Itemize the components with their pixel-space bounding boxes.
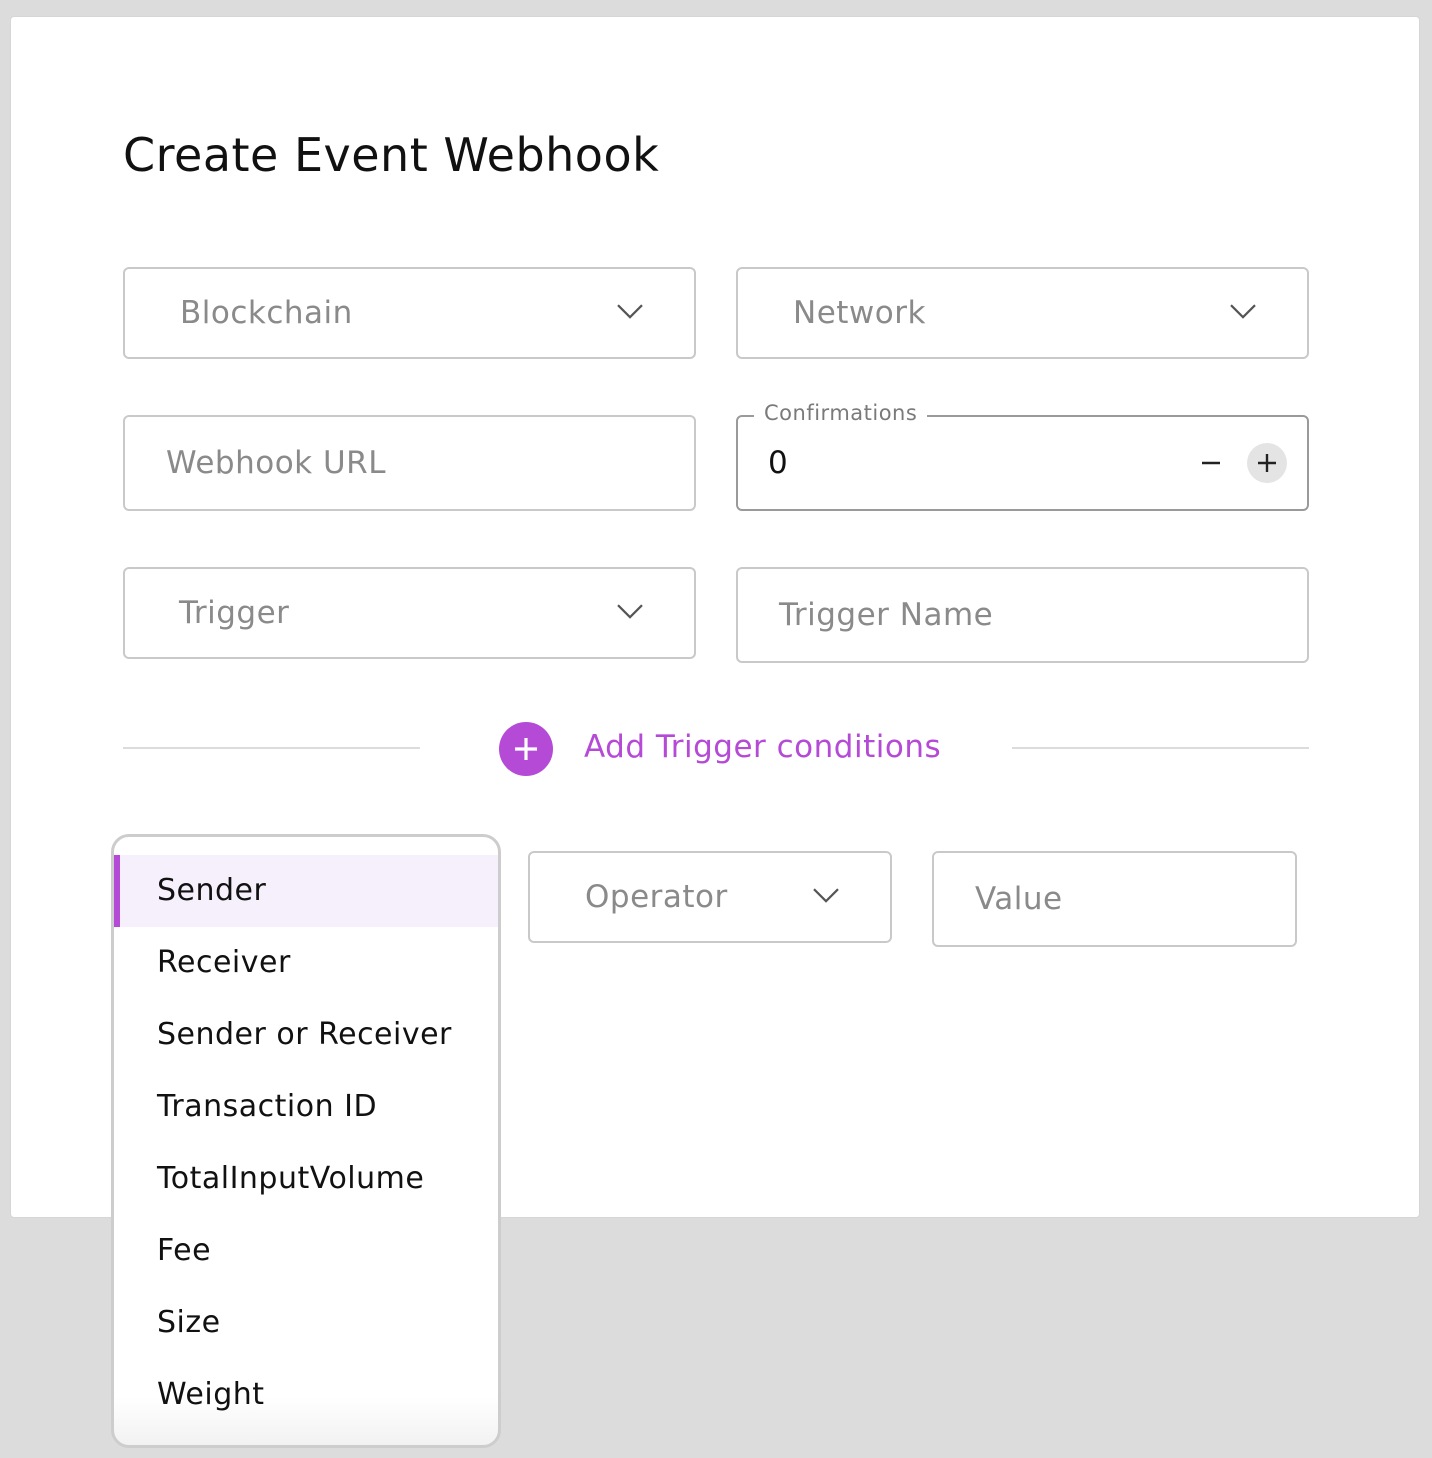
value-input[interactable]: Value bbox=[932, 851, 1297, 947]
divider-right bbox=[1012, 747, 1309, 749]
chevron-down-icon bbox=[813, 888, 839, 903]
network-placeholder: Network bbox=[793, 295, 926, 331]
chevron-down-icon bbox=[617, 304, 643, 319]
page-backdrop: Create Event Webhook Blockchain Network … bbox=[0, 0, 1432, 1458]
trigger-name-input[interactable]: Trigger Name bbox=[736, 567, 1309, 663]
minus-icon[interactable] bbox=[1193, 445, 1229, 481]
trigger-name-placeholder: Trigger Name bbox=[779, 597, 994, 633]
operator-placeholder: Operator bbox=[585, 879, 728, 915]
network-select[interactable]: Network bbox=[736, 267, 1309, 359]
confirmations-value: 0 bbox=[768, 445, 788, 481]
confirmations-stepper[interactable]: 0 bbox=[736, 415, 1309, 511]
dropdown-option-transaction-id[interactable]: Transaction ID bbox=[114, 1071, 498, 1143]
operator-select[interactable]: Operator bbox=[528, 851, 892, 943]
chevron-down-icon bbox=[617, 604, 643, 619]
dropdown-option-weight[interactable]: Weight bbox=[114, 1359, 498, 1431]
dropdown-option-sender-or-receiver[interactable]: Sender or Receiver bbox=[114, 999, 498, 1071]
blockchain-select[interactable]: Blockchain bbox=[123, 267, 696, 359]
condition-field-dropdown[interactable]: Sender Receiver Sender or Receiver Trans… bbox=[111, 834, 501, 1448]
increment-button[interactable] bbox=[1247, 443, 1287, 483]
dialog-title: Create Event Webhook bbox=[123, 128, 660, 182]
dropdown-option-total-input-volume[interactable]: TotalInputVolume bbox=[114, 1143, 498, 1215]
dropdown-option-receiver[interactable]: Receiver bbox=[114, 927, 498, 999]
plus-icon bbox=[1258, 454, 1276, 472]
dropdown-option-fee[interactable]: Fee bbox=[114, 1215, 498, 1287]
divider-left bbox=[123, 747, 420, 749]
blockchain-placeholder: Blockchain bbox=[180, 295, 353, 331]
webhook-url-input[interactable]: Webhook URL bbox=[123, 415, 696, 511]
confirmations-label: Confirmations bbox=[754, 401, 928, 425]
plus-circle-icon[interactable] bbox=[499, 722, 553, 776]
dropdown-option-size[interactable]: Size bbox=[114, 1287, 498, 1359]
chevron-down-icon bbox=[1230, 304, 1256, 319]
value-placeholder: Value bbox=[975, 881, 1063, 917]
dropdown-option-sender[interactable]: Sender bbox=[114, 855, 498, 927]
add-trigger-conditions-link[interactable]: Add Trigger conditions bbox=[584, 729, 941, 765]
plus-icon bbox=[515, 738, 537, 760]
webhook-url-placeholder: Webhook URL bbox=[166, 445, 386, 481]
trigger-select[interactable]: Trigger bbox=[123, 567, 696, 659]
trigger-placeholder: Trigger bbox=[179, 595, 290, 631]
